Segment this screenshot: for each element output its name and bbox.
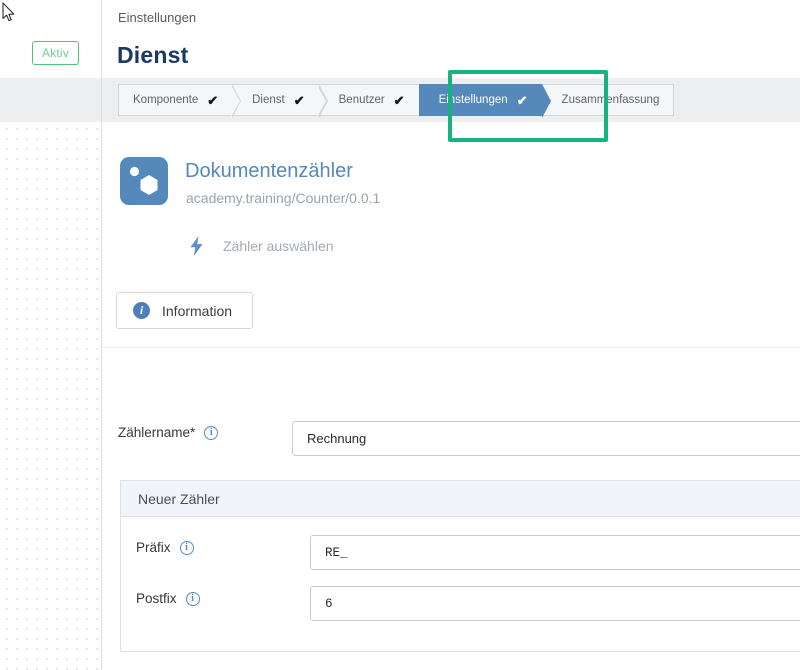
counter-picker-label: Zähler auswählen <box>223 238 334 254</box>
wizard-step-label: Einstellungen <box>438 94 508 106</box>
check-icon: ✔ <box>207 92 219 108</box>
component-subtitle: academy.training/Counter/0.0.1 <box>186 190 381 206</box>
wizard-step-komponente[interactable]: Komponente ✔ <box>118 84 242 118</box>
wizard-step-label: Zusammenfassung <box>561 94 660 106</box>
wizard-step-dienst[interactable]: Dienst ✔ <box>232 84 328 118</box>
check-icon: ✔ <box>516 92 528 108</box>
page-title: Dienst <box>117 42 189 68</box>
lightning-bolt-icon <box>190 236 203 256</box>
check-icon: ✔ <box>293 92 305 108</box>
prefix-input[interactable]: RE_ <box>310 535 800 570</box>
counter-name-label-text: Zählername* <box>118 425 196 440</box>
wizard-stepbar: Komponente ✔ Dienst ✔ Benutzer ✔ Einstel… <box>118 84 675 118</box>
counter-name-label: Zählername* i <box>118 425 219 440</box>
info-circle-icon[interactable]: i <box>179 540 194 555</box>
info-circle-icon[interactable]: i <box>204 425 219 440</box>
postfix-input[interactable]: 6 <box>310 586 800 621</box>
component-title: Dokumentenzähler <box>185 160 353 182</box>
info-circle-icon: i <box>133 302 150 319</box>
information-button-label: Information <box>162 302 233 319</box>
counter-name-input[interactable]: Rechnung <box>292 421 800 456</box>
status-badge: Aktiv <box>32 41 79 65</box>
wizard-step-einstellungen[interactable]: Einstellungen ✔ <box>418 84 551 118</box>
postfix-label-text: Postfix <box>136 591 177 606</box>
wizard-step-zusammenfassung[interactable]: Zusammenfassung <box>541 84 675 116</box>
breadcrumb[interactable]: Einstellungen <box>118 10 196 25</box>
postfix-label: Postfix i <box>136 591 200 606</box>
section-divider <box>102 347 800 348</box>
postfix-value: 6 <box>325 596 333 611</box>
information-button[interactable]: i Information <box>116 292 253 329</box>
info-circle-icon[interactable]: i <box>185 591 200 606</box>
wizard-step-label: Benutzer <box>338 94 385 106</box>
left-sidebar-dot-grid <box>0 122 102 670</box>
wizard-step-label: Dienst <box>252 94 285 106</box>
wizard-step-label: Komponente <box>133 94 199 106</box>
prefix-label-text: Präfix <box>136 540 171 555</box>
left-sidebar: Aktiv <box>0 0 102 670</box>
required-marker: * <box>190 425 196 440</box>
component-hexagon-icon <box>120 157 168 205</box>
counter-name-value: Rechnung <box>307 431 367 446</box>
wizard-step-benutzer[interactable]: Benutzer ✔ <box>318 84 428 118</box>
prefix-label: Präfix i <box>136 540 194 555</box>
prefix-value: RE_ <box>325 545 348 560</box>
check-icon: ✔ <box>393 92 405 108</box>
new-counter-panel-title: Neuer Zähler <box>121 481 800 517</box>
app-root: Aktiv Einstellungen Dienst Komponente ✔ … <box>0 0 800 670</box>
counter-picker-row[interactable]: Zähler auswählen <box>190 236 334 256</box>
left-sidebar-band <box>0 78 102 122</box>
mouse-pointer-icon <box>2 2 15 22</box>
